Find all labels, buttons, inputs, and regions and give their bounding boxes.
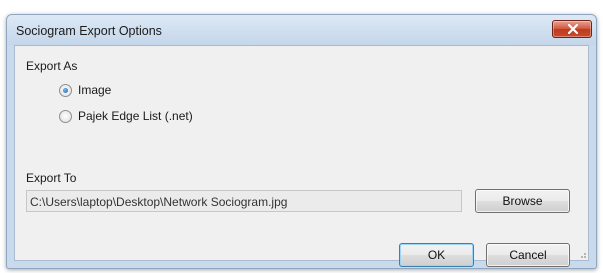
export-as-label: Export As xyxy=(26,59,78,73)
close-icon xyxy=(568,24,578,34)
dialog-body: Export As Image Pajek Edge List (.net) E… xyxy=(14,45,589,267)
export-path-field[interactable]: C:\Users\laptop\Desktop\Network Sociogra… xyxy=(26,190,462,212)
dialog-title: Sociogram Export Options xyxy=(16,24,162,38)
resize-grip-icon[interactable] xyxy=(577,249,587,259)
radio-button-selected[interactable] xyxy=(59,84,72,97)
cancel-button[interactable]: Cancel xyxy=(486,243,570,267)
radio-pajek-label[interactable]: Pajek Edge List (.net) xyxy=(78,109,193,123)
export-options-dialog: Sociogram Export Options Export As Image… xyxy=(6,14,597,269)
close-button[interactable] xyxy=(552,20,592,38)
ok-button[interactable]: OK xyxy=(399,243,474,267)
export-to-label: Export To xyxy=(26,171,77,185)
radio-button-unselected[interactable] xyxy=(59,110,72,123)
browse-button[interactable]: Browse xyxy=(475,189,570,213)
title-bar[interactable]: Sociogram Export Options xyxy=(7,15,596,45)
radio-image-label[interactable]: Image xyxy=(78,83,111,97)
